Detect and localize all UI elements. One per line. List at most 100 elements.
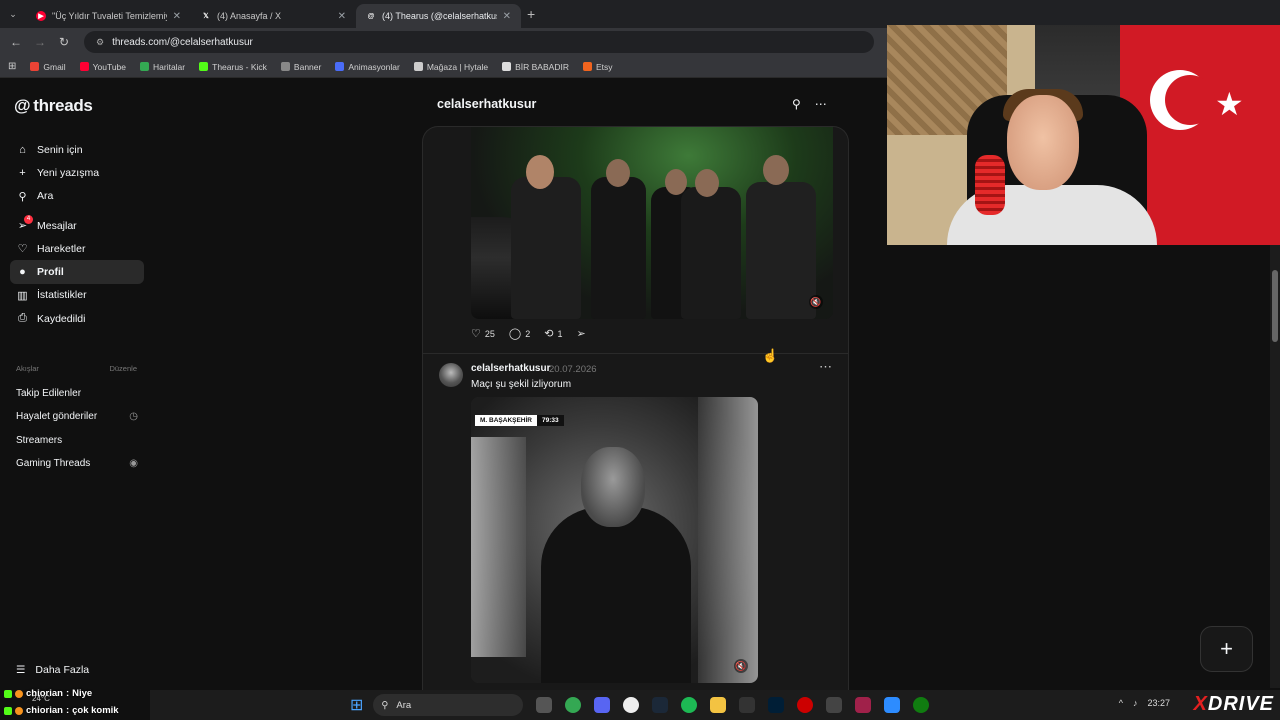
page-title: celalserhatkusur bbox=[437, 97, 537, 111]
task-view-icon[interactable] bbox=[536, 697, 553, 713]
threads-app-icon[interactable] bbox=[826, 697, 843, 713]
new-tab-button[interactable]: + bbox=[527, 6, 535, 22]
back-icon[interactable]: ← bbox=[4, 35, 28, 49]
url-text: threads.com/@celalserhatkusur bbox=[112, 36, 253, 48]
video-person bbox=[511, 177, 581, 319]
bookmark-label: Mağaza | Hytale bbox=[426, 61, 489, 72]
browser-tab-threads[interactable]: @ (4) Thearus (@celalserhatkusur) ✕ bbox=[356, 4, 521, 28]
scoreboard: M. BAŞAKŞEHİR 79:33 bbox=[475, 415, 564, 426]
feed-following[interactable]: Takip Edilenler bbox=[16, 382, 138, 405]
spotify-icon[interactable] bbox=[681, 697, 698, 713]
bookmark-etsy[interactable]: Etsy bbox=[582, 62, 613, 72]
bookmark-kick[interactable]: Thearus - Kick bbox=[199, 62, 267, 72]
post-video[interactable]: 🔇 bbox=[471, 127, 833, 319]
taskbar-search[interactable]: ⚲ Ara bbox=[373, 694, 524, 716]
more-icon[interactable]: ⋯ bbox=[815, 97, 827, 111]
profile-feed: 🔇 ♡ 25 ◯ 2 ⟲ 1 ➢ celalserhatkusur 20.07.202… bbox=[422, 126, 849, 706]
comment-icon: ◯ bbox=[508, 328, 522, 340]
nav-profile[interactable]: ● Profil bbox=[10, 260, 144, 284]
chrome-icon[interactable] bbox=[565, 697, 582, 713]
nav-label: Kaydedildi bbox=[37, 312, 86, 325]
nav-messages[interactable]: ➢ 4 Mesajlar bbox=[10, 214, 144, 237]
mute-icon[interactable]: 🔇 bbox=[734, 659, 748, 673]
post-text: Maçı şu şekil izliyorum bbox=[471, 379, 572, 390]
xdrive-logo: XDRIVE bbox=[1194, 693, 1274, 716]
chevron-up-icon[interactable]: ^ bbox=[1119, 698, 1123, 708]
new-post-button[interactable]: + bbox=[1200, 626, 1253, 672]
ghost-icon: ◷ bbox=[129, 411, 138, 423]
microphone-icon bbox=[975, 155, 1005, 215]
nav-search[interactable]: ⚲ Ara bbox=[10, 185, 144, 208]
obs-icon[interactable] bbox=[623, 697, 640, 713]
video-person bbox=[591, 177, 646, 319]
flag-crescent-cut bbox=[1165, 75, 1215, 125]
nav-insights[interactable]: ▥ İstatistikler bbox=[10, 284, 144, 307]
nav-saved[interactable]: ⎙ Kaydedildi bbox=[10, 307, 144, 330]
reload-icon[interactable]: ↻ bbox=[52, 35, 76, 49]
nav-for-you[interactable]: ⌂ Senin için bbox=[10, 138, 144, 161]
scrollbar-thumb[interactable] bbox=[1272, 270, 1278, 342]
like-button[interactable]: ♡ 25 bbox=[471, 327, 495, 340]
bookmark-gmail[interactable]: Gmail bbox=[30, 62, 66, 72]
windows-taskbar: ⊞ ⚲ Ara ^ ♪ 23:27 XDRIVE bbox=[150, 690, 1280, 720]
bookmark-bir-babadir[interactable]: BİR BABADIR bbox=[502, 62, 569, 72]
bookmark-youtube[interactable]: YouTube bbox=[79, 62, 126, 72]
xbox-icon[interactable] bbox=[913, 697, 930, 713]
app-icon[interactable] bbox=[884, 697, 901, 713]
volume-icon[interactable]: ♪ bbox=[1133, 698, 1138, 708]
clock[interactable]: 23:27 bbox=[1147, 698, 1170, 708]
repost-button[interactable]: ⟲ 1 bbox=[544, 327, 562, 340]
nav-new-thread[interactable]: + Yeni yazışma bbox=[10, 161, 144, 184]
nav-activity[interactable]: ♡ Hareketler bbox=[10, 237, 144, 260]
avatar[interactable] bbox=[439, 363, 463, 387]
tab-search-button[interactable]: ⌄ bbox=[0, 9, 26, 20]
browser-tab-youtube[interactable]: ▶ "Üç Yıldır Tuvaleti Temizlemiyor ✕ bbox=[26, 4, 191, 28]
editor-icon[interactable] bbox=[855, 697, 872, 713]
scoreboard-team: M. BAŞAKŞEHİR bbox=[475, 415, 538, 426]
windows-start-icon[interactable]: ⊞ bbox=[350, 695, 363, 715]
more-menu-button[interactable]: ☰ Daha Fazla bbox=[16, 664, 89, 676]
url-input[interactable]: ⚙ threads.com/@celalserhatkusur bbox=[84, 31, 874, 53]
feed-ghost-posts[interactable]: Hayalet gönderiler ◷ bbox=[16, 405, 138, 428]
share-button[interactable]: ➢ bbox=[576, 327, 585, 340]
chat-text: çok komik bbox=[72, 705, 119, 716]
feed-avatar-icon: ◉ bbox=[129, 458, 138, 470]
chat-separator: : bbox=[65, 688, 70, 699]
record-icon[interactable] bbox=[797, 697, 814, 713]
steam-icon[interactable] bbox=[652, 697, 669, 713]
apps-icon[interactable]: ⊞ bbox=[8, 61, 16, 72]
close-icon[interactable]: ✕ bbox=[338, 11, 346, 22]
feeds-edit-button[interactable]: Düzenle bbox=[109, 364, 137, 373]
folder-icon[interactable] bbox=[710, 697, 727, 713]
home-icon: ⌂ bbox=[19, 143, 26, 156]
mute-icon[interactable]: 🔇 bbox=[809, 295, 823, 309]
discord-icon[interactable] bbox=[594, 697, 611, 713]
bookmark-banner[interactable]: Banner bbox=[280, 62, 321, 72]
bookmark-hytale[interactable]: Mağaza | Hytale bbox=[413, 61, 489, 72]
like-count: 25 bbox=[484, 328, 495, 339]
search-icon[interactable]: ⚲ bbox=[792, 97, 801, 111]
bookmark-label: Animasyonlar bbox=[348, 61, 400, 72]
bookmark-animations[interactable]: Animasyonlar bbox=[335, 62, 400, 72]
bookmark-maps[interactable]: Haritalar bbox=[140, 62, 185, 72]
close-icon[interactable]: ✕ bbox=[503, 11, 511, 22]
threads-logo[interactable]: @ threads bbox=[14, 96, 93, 116]
close-icon[interactable]: ✕ bbox=[173, 11, 181, 22]
post-actions: ♡ 25 ◯ 2 ⟲ 1 ➢ bbox=[471, 327, 586, 340]
feed-gaming-threads[interactable]: Gaming Threads ◉ bbox=[16, 452, 138, 475]
heart-icon: ♡ bbox=[17, 243, 28, 256]
feed-streamers[interactable]: Streamers bbox=[16, 429, 138, 452]
epic-games-icon[interactable] bbox=[739, 697, 756, 713]
photoshop-icon[interactable] bbox=[768, 697, 785, 713]
repost-icon: ⟲ bbox=[544, 328, 554, 340]
video-head bbox=[763, 155, 789, 185]
reply-button[interactable]: ◯ 2 bbox=[509, 327, 530, 340]
browser-tab-x[interactable]: 𝕏 (4) Anasayfa / X ✕ bbox=[191, 4, 356, 28]
post-username[interactable]: celalserhatkusur bbox=[471, 363, 551, 374]
maps-icon bbox=[140, 62, 149, 71]
post-more-icon[interactable]: ⋯ bbox=[819, 359, 832, 375]
forward-icon[interactable]: → bbox=[28, 35, 52, 49]
video-person bbox=[681, 187, 741, 319]
post-video[interactable]: M. BAŞAKŞEHİR 79:33 🔇 bbox=[471, 397, 758, 683]
site-info-icon[interactable]: ⚙ bbox=[96, 37, 104, 48]
